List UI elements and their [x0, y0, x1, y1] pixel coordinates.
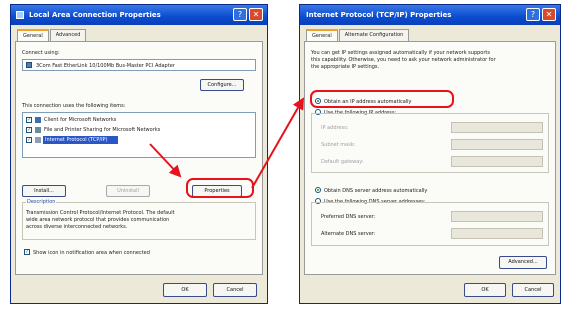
client-icon — [35, 117, 41, 123]
description-line: Transmission Control Protocol/Internet P… — [26, 210, 175, 216]
network-adapter-icon — [26, 62, 32, 68]
tab-alternate-configuration[interactable]: Alternate Configuration — [338, 29, 410, 41]
alternate-dns-label: Alternate DNS server: — [321, 231, 376, 237]
left-titlebar: Local Area Connection Properties — [11, 5, 267, 25]
help-button[interactable]: ? — [526, 8, 540, 21]
cancel-button[interactable]: Cancel — [512, 283, 554, 297]
advanced-button[interactable]: Advanced... — [499, 256, 547, 269]
intro-line: the appropriate IP settings. — [311, 64, 380, 70]
list-item[interactable]: ✓ Client for Microsoft Networks — [26, 116, 251, 124]
list-item-label: Internet Protocol (TCP/IP) — [45, 137, 108, 143]
left-general-pane: Connect using: 3Com Fast EtherLink 10/10… — [15, 41, 263, 275]
tab-advanced[interactable]: Advanced — [49, 29, 87, 41]
intro-line: You can get IP settings assigned automat… — [311, 50, 490, 56]
intro-line: this capability. Otherwise, you need to … — [311, 57, 496, 63]
cancel-button[interactable]: Cancel — [213, 283, 257, 297]
items-label: This connection uses the following items… — [22, 103, 126, 109]
ok-button[interactable]: OK — [163, 283, 207, 297]
default-gateway-field[interactable] — [451, 156, 543, 167]
local-area-connection-dialog: Local Area Connection Properties ? ✕ Gen… — [10, 4, 268, 304]
close-button[interactable]: ✕ — [542, 8, 556, 21]
adapter-box: 3Com Fast EtherLink 10/100Mb Bus-Master … — [22, 59, 256, 71]
right-window-title: Internet Protocol (TCP/IP) Properties — [306, 11, 452, 19]
list-item[interactable]: ✓ Internet Protocol (TCP/IP) — [26, 136, 251, 144]
default-gateway-label: Default gateway: — [321, 159, 364, 165]
left-window-title: Local Area Connection Properties — [29, 11, 161, 19]
list-item-label: File and Printer Sharing for Microsoft N… — [44, 127, 161, 133]
subnet-mask-label: Subnet mask: — [321, 142, 356, 148]
connect-using-label: Connect using: — [22, 50, 60, 56]
properties-highlight — [186, 178, 254, 198]
close-button[interactable]: ✕ — [249, 8, 263, 21]
printer-icon — [35, 127, 41, 133]
list-item[interactable]: ✓ File and Printer Sharing for Microsoft… — [26, 126, 251, 134]
ip-address-label: IP address: — [321, 125, 349, 131]
description-line: wide area network protocol that provides… — [26, 217, 170, 223]
right-general-pane: You can get IP settings assigned automat… — [304, 41, 556, 275]
ip-address-field[interactable] — [451, 122, 543, 133]
show-icon-label: Show icon in notification area when conn… — [33, 250, 150, 256]
install-button[interactable]: Install... — [22, 185, 66, 197]
obtain-dns-radio[interactable] — [315, 187, 321, 193]
alternate-dns-field[interactable] — [451, 228, 543, 239]
obtain-ip-highlight — [310, 90, 454, 108]
preferred-dns-field[interactable] — [451, 211, 543, 222]
right-titlebar: Internet Protocol (TCP/IP) Properties — [300, 5, 560, 25]
obtain-dns-label: Obtain DNS server address automatically — [324, 188, 428, 194]
show-icon-checkbox[interactable]: ✓ — [24, 249, 30, 255]
dns-settings-group — [311, 202, 549, 246]
protocol-icon — [35, 137, 41, 143]
adapter-name: 3Com Fast EtherLink 10/100Mb Bus-Master … — [36, 63, 175, 69]
items-list: ✓ Client for Microsoft Networks ✓ File a… — [22, 112, 256, 158]
subnet-mask-field[interactable] — [451, 139, 543, 150]
tcpip-properties-dialog: Internet Protocol (TCP/IP) Properties ? … — [299, 4, 561, 304]
list-item-label: Client for Microsoft Networks — [44, 117, 117, 123]
uninstall-button[interactable]: Uninstall — [106, 185, 150, 197]
description-label: Description — [26, 199, 57, 205]
ok-button[interactable]: OK — [464, 283, 506, 297]
configure-button[interactable]: Configure... — [200, 79, 244, 91]
help-button[interactable]: ? — [233, 8, 247, 21]
tcpip-checkbox[interactable]: ✓ — [26, 137, 32, 143]
network-connection-icon — [16, 11, 24, 19]
preferred-dns-label: Preferred DNS server: — [321, 214, 376, 220]
file-printer-checkbox[interactable]: ✓ — [26, 127, 32, 133]
right-tabs: General Alternate Configuration — [306, 29, 410, 43]
client-checkbox[interactable]: ✓ — [26, 117, 32, 123]
description-line: across diverse interconnected networks. — [26, 224, 128, 230]
left-tabs: General Advanced — [17, 29, 87, 43]
